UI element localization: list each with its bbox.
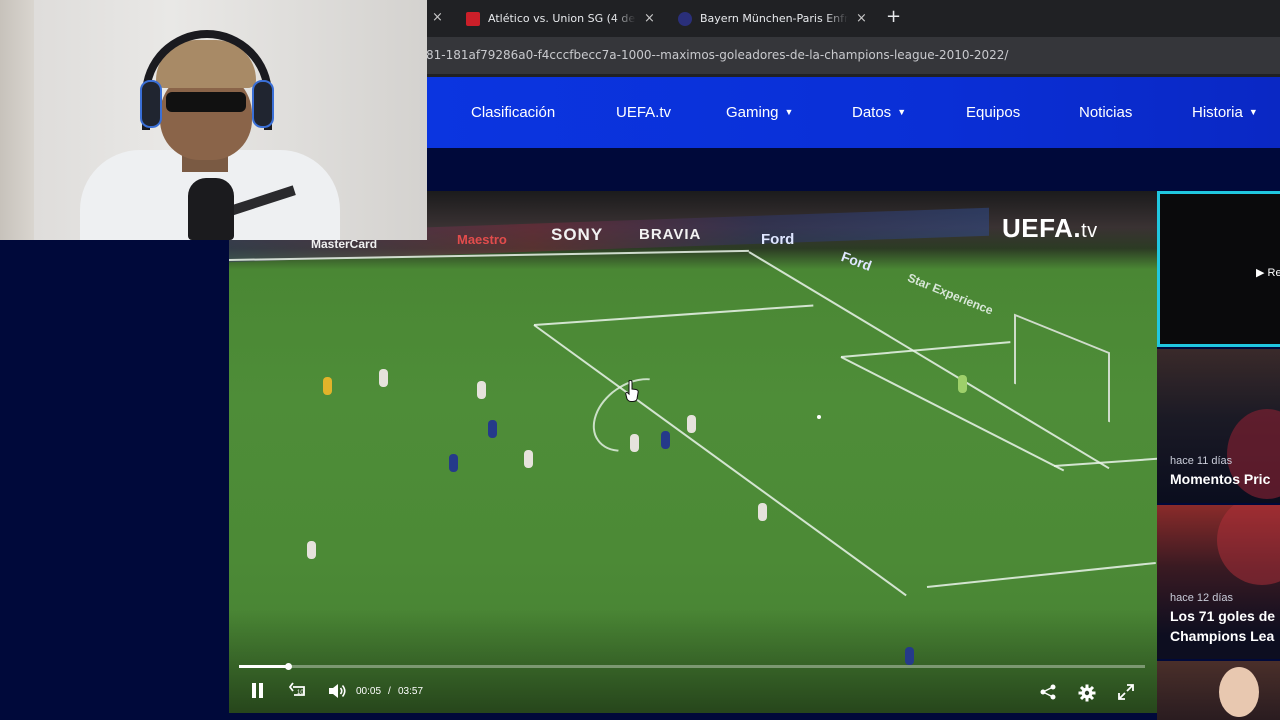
replay-icon: 10 xyxy=(288,682,305,696)
video-card[interactable] xyxy=(1157,661,1280,720)
uefa-tv-watermark: UEFA.tv xyxy=(1002,213,1098,244)
card-thumbnail xyxy=(1217,505,1280,585)
nav-label: Historia xyxy=(1192,104,1243,121)
tab-atletico[interactable]: Atlético vs. Union SG (4 de Nov × xyxy=(466,6,662,31)
tab-label: Bayern München-Paris Enfrenta xyxy=(700,12,848,25)
player xyxy=(630,434,639,452)
player xyxy=(758,503,767,521)
replay-10-button[interactable]: 10 xyxy=(288,682,309,700)
player xyxy=(905,647,914,665)
settings-button[interactable] xyxy=(1078,684,1096,702)
player xyxy=(449,454,458,472)
player xyxy=(307,541,316,559)
share-button[interactable] xyxy=(1039,684,1057,700)
webcam-overlay xyxy=(0,0,427,240)
video-progress-bar[interactable] xyxy=(239,663,1145,670)
tab-label: Atlético vs. Union SG (4 de Nov xyxy=(488,12,636,25)
nav-uefa-tv[interactable]: UEFA.tv xyxy=(616,104,671,121)
nav-datos[interactable]: Datos ▼ xyxy=(852,104,906,121)
nav-label: Equipos xyxy=(966,104,1021,121)
player xyxy=(323,377,332,395)
nav-historia[interactable]: Historia ▼ xyxy=(1192,104,1258,121)
time-current: 00:05 xyxy=(356,686,382,697)
video-progress-thumb[interactable] xyxy=(284,663,292,670)
headset-earcup xyxy=(140,80,162,128)
hand-cursor-icon xyxy=(625,380,639,402)
nav-noticias[interactable]: Noticias xyxy=(1079,104,1132,121)
caret-down-icon: ▼ xyxy=(897,107,907,117)
headset-earcup xyxy=(252,80,274,128)
card-time: hace 12 días xyxy=(1170,592,1233,604)
volume-button[interactable] xyxy=(327,682,347,700)
video-player[interactable]: MasterCard Maestro SONY BRAVIA Ford Ford… xyxy=(229,191,1157,713)
play-next-label: ▶ Re xyxy=(1256,267,1280,279)
nav-gaming[interactable]: Gaming ▼ xyxy=(726,104,793,121)
nav-label: Clasificación xyxy=(471,104,556,121)
ad-maestro: Maestro xyxy=(457,232,507,247)
ad-ford: Ford xyxy=(761,231,795,248)
player xyxy=(524,450,533,468)
fullscreen-icon xyxy=(1118,684,1134,700)
play-next-text: Re xyxy=(1267,267,1280,279)
card-title-line: Champions Lea xyxy=(1170,628,1275,644)
card-title: Momentos Pric xyxy=(1170,471,1271,487)
caret-down-icon: ▼ xyxy=(1248,107,1258,117)
pitch-line xyxy=(926,561,1156,588)
background-door xyxy=(0,0,34,240)
tab-close-icon[interactable]: × xyxy=(432,10,443,25)
tab-close-icon[interactable]: × xyxy=(644,11,655,26)
volume-icon xyxy=(329,684,346,698)
ad-bravia: BRAVIA xyxy=(639,226,702,243)
caret-down-icon: ▼ xyxy=(784,107,794,117)
player xyxy=(958,375,967,393)
tab-bayern[interactable]: Bayern München-Paris Enfrenta × xyxy=(678,6,874,31)
ad-star-experience: Star Experience xyxy=(905,270,996,318)
ad-sony: SONY xyxy=(551,225,604,244)
atletico-favicon-icon xyxy=(466,11,480,26)
ad-ford: Ford xyxy=(839,248,874,274)
up-next-video[interactable]: ▶ Re xyxy=(1157,191,1280,347)
nav-equipos[interactable]: Equipos xyxy=(966,104,1020,121)
fullscreen-button[interactable] xyxy=(1118,684,1134,700)
gear-icon xyxy=(1078,684,1096,702)
pitch-line xyxy=(533,304,814,326)
card-title-line: Los 71 goles de xyxy=(1170,608,1276,624)
nav-label: Gaming xyxy=(726,104,779,121)
player xyxy=(661,431,670,449)
site-nav: Clasificación UEFA.tv Gaming ▼ Datos ▼ Equ… xyxy=(427,77,1280,148)
pause-button[interactable] xyxy=(251,683,265,699)
time-duration: 03:57 xyxy=(398,686,424,697)
nav-label: UEFA.tv xyxy=(616,104,672,121)
goal-net xyxy=(1014,313,1110,423)
new-tab-button[interactable]: + xyxy=(886,6,901,27)
nav-label: Datos xyxy=(852,104,892,121)
nav-clasificacion[interactable]: Clasificación xyxy=(471,104,555,121)
pitch-line xyxy=(533,324,907,597)
watermark-suffix: tv xyxy=(1081,220,1098,242)
time-separator: / xyxy=(388,686,391,697)
ball xyxy=(817,415,821,419)
uefa-favicon-icon xyxy=(678,11,692,26)
tab-close-icon[interactable]: × xyxy=(856,11,867,26)
replay-label: 10 xyxy=(297,690,304,696)
player xyxy=(488,420,497,438)
video-card[interactable]: hace 12 días Los 71 goles de Champions L… xyxy=(1157,505,1280,659)
url-text[interactable]: 81-181af79286a0-f4cccfbecc7a-1000--maxim… xyxy=(426,48,1008,62)
card-thumbnail xyxy=(1219,667,1259,717)
video-card[interactable]: hace 11 días Momentos Pric xyxy=(1157,349,1280,503)
share-icon xyxy=(1040,684,1056,700)
watermark-main: UEFA. xyxy=(1002,213,1082,243)
video-progress-fill xyxy=(239,665,288,668)
nav-label: Noticias xyxy=(1079,104,1133,121)
player xyxy=(379,369,388,387)
microphone-icon xyxy=(188,178,234,240)
player xyxy=(687,415,696,433)
player xyxy=(477,381,486,399)
card-time: hace 11 días xyxy=(1170,455,1233,467)
pitch-line xyxy=(840,341,1011,358)
